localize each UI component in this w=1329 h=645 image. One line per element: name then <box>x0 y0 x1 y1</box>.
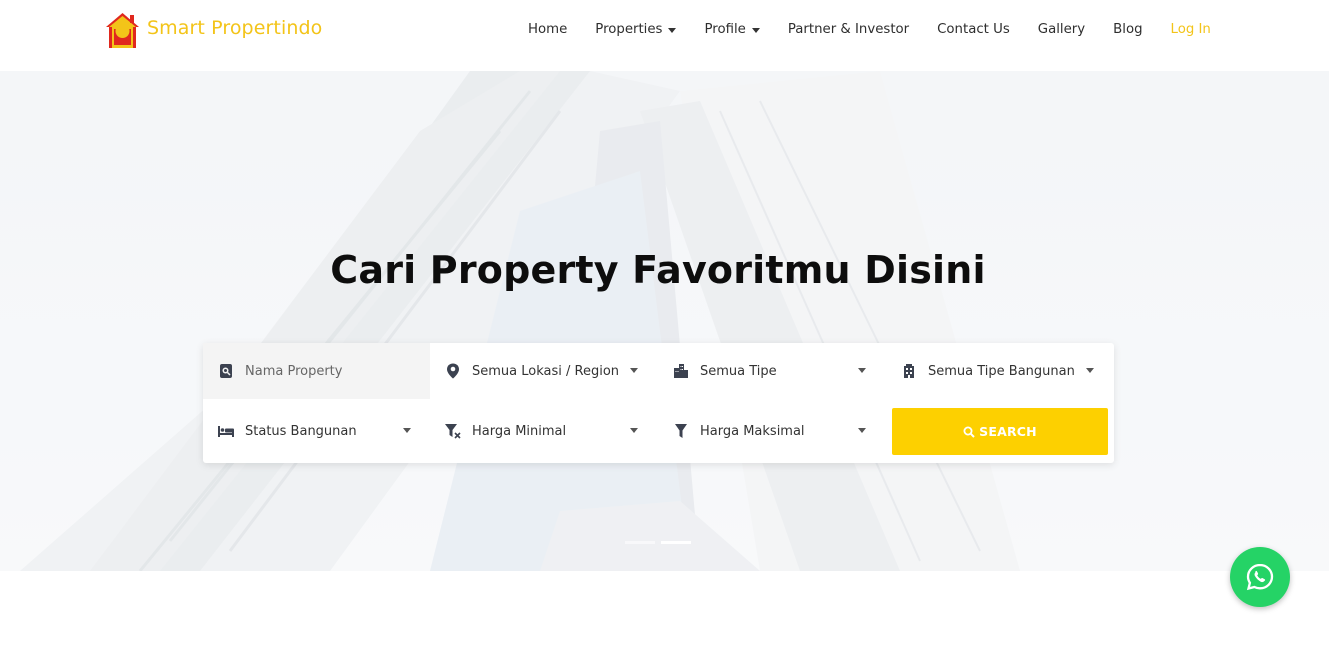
search-document-icon <box>217 362 235 380</box>
chevron-down-icon <box>858 428 866 433</box>
navbar: Smart Propertindo Home Properties Profil… <box>0 0 1329 71</box>
nav-properties[interactable]: Properties <box>595 22 677 37</box>
building-status-select[interactable]: Status Bangunan <box>217 403 411 459</box>
login-link[interactable]: Log In <box>1171 22 1211 37</box>
nav-partner-label: Partner & Investor <box>787 22 910 37</box>
building-status-value: Status Bangunan <box>245 423 357 439</box>
property-search-panel: Nama Property Semua Lokasi / Region Semu… <box>203 343 1114 463</box>
nav-contact-label: Contact Us <box>937 22 1010 37</box>
min-price-value: Harga Minimal <box>472 423 567 439</box>
hero-title: Cari Property Favoritmu Disini <box>330 248 986 292</box>
login-label: Log In <box>1170 22 1211 37</box>
nav-properties-label: Properties <box>595 22 663 37</box>
city-buildings-icon <box>672 362 690 380</box>
brand-name: Smart Propertindo <box>147 17 323 39</box>
building-type-select[interactable]: Semua Tipe Bangunan <box>900 343 1094 399</box>
nav-blog[interactable]: Blog <box>1113 22 1142 37</box>
search-button-label: SEARCH <box>979 424 1037 439</box>
brand-link[interactable]: Smart Propertindo <box>103 10 322 50</box>
property-name-placeholder: Nama Property <box>245 363 343 379</box>
whatsapp-icon <box>1246 563 1274 591</box>
whatsapp-button[interactable] <box>1230 547 1290 607</box>
building-icon <box>900 362 918 380</box>
caret-down-icon <box>751 27 760 33</box>
filter-icon <box>672 422 690 440</box>
chevron-down-icon <box>630 368 638 373</box>
nav-profile[interactable]: Profile <box>704 22 760 37</box>
chevron-down-icon <box>630 428 638 433</box>
max-price-select[interactable]: Harga Maksimal <box>672 403 866 459</box>
property-name-input[interactable]: Nama Property <box>203 343 430 399</box>
location-select-value: Semua Lokasi / Region <box>472 363 620 379</box>
nav-profile-label: Profile <box>704 22 746 37</box>
search-icon <box>963 426 975 438</box>
nav-blog-label: Blog <box>1113 22 1143 37</box>
building-type-value: Semua Tipe Bangunan <box>928 363 1075 379</box>
min-price-select[interactable]: Harga Minimal <box>444 403 638 459</box>
slider-indicator-1[interactable] <box>625 541 655 544</box>
nav-gallery-label: Gallery <box>1037 22 1086 37</box>
chevron-down-icon <box>1086 368 1094 373</box>
caret-down-icon <box>668 27 677 33</box>
nav-partner-investor[interactable]: Partner & Investor <box>788 22 909 37</box>
nav-gallery[interactable]: Gallery <box>1038 22 1085 37</box>
slider-indicator-2[interactable] <box>661 541 691 544</box>
property-type-select[interactable]: Semua Tipe <box>672 343 866 399</box>
filter-clear-icon <box>444 422 462 440</box>
house-logo-icon <box>106 13 139 48</box>
bed-icon <box>217 422 235 440</box>
search-button[interactable]: SEARCH <box>892 408 1108 455</box>
main-nav: Home Properties Profile Partner & Invest… <box>528 22 1211 37</box>
nav-home-label: Home <box>528 22 568 37</box>
hero-background-image <box>0 71 1329 571</box>
chevron-down-icon <box>858 368 866 373</box>
max-price-value: Harga Maksimal <box>700 423 805 439</box>
nav-home[interactable]: Home <box>528 22 567 37</box>
location-select[interactable]: Semua Lokasi / Region <box>444 343 638 399</box>
hero-banner: Cari Property Favoritmu Disini <box>0 71 1329 571</box>
map-pin-icon <box>444 362 462 380</box>
chevron-down-icon <box>403 428 411 433</box>
property-type-value: Semua Tipe <box>700 363 777 379</box>
nav-contact-us[interactable]: Contact Us <box>937 22 1010 37</box>
